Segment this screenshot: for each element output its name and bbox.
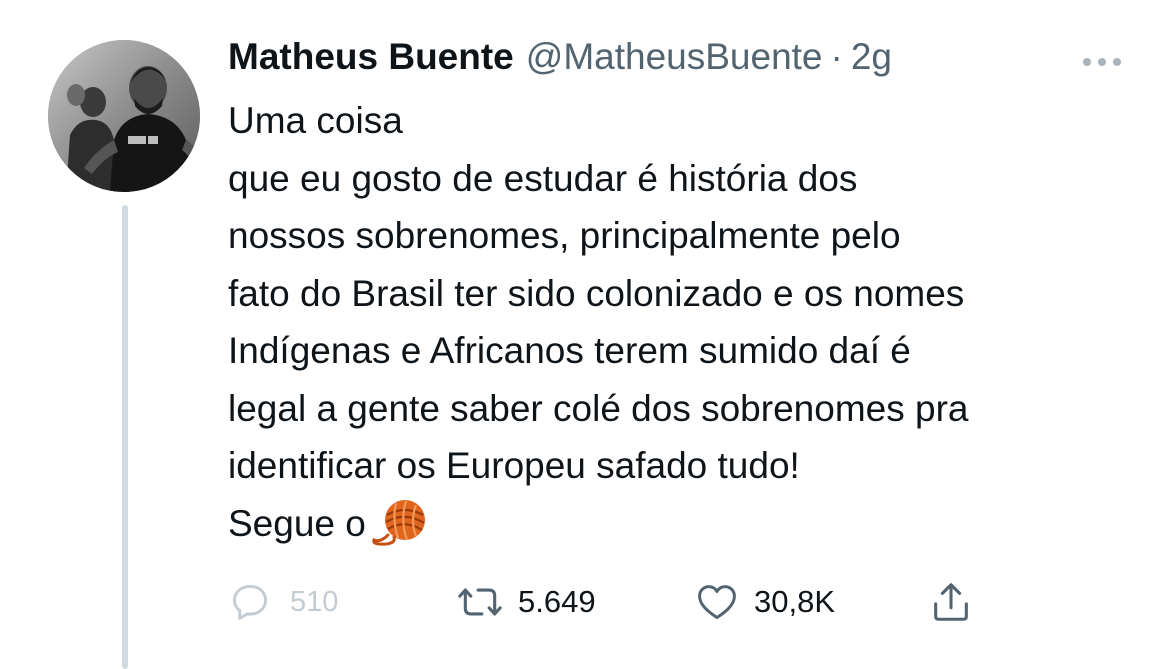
tweet-text-line: nossos sobrenomes, principalmente pelo (228, 215, 901, 256)
reply-button[interactable]: 510 (228, 572, 338, 632)
more-horizontal-icon[interactable] (1072, 52, 1132, 72)
like-button[interactable]: 30,8K (694, 572, 835, 632)
reply-icon (232, 584, 268, 620)
tweet-time[interactable]: 2g (851, 36, 892, 78)
share-icon (934, 583, 968, 621)
separator-dot: · (830, 36, 843, 77)
tweet-text-line: identificar os Europeu safado tudo! (228, 445, 800, 486)
author-handle[interactable]: @MatheusBuente (526, 36, 823, 78)
tweet[interactable]: Matheus Buente @MatheusBuente · 2g Uma c… (0, 0, 1170, 669)
tweet-text-line: Uma coisa (228, 100, 403, 141)
yarn-ball-emoji (372, 497, 434, 547)
heart-icon (698, 585, 736, 620)
thread-line (122, 205, 128, 669)
tweet-text-line: Indígenas e Africanos terem sumido daí é (228, 330, 911, 371)
tweet-text-line: legal a gente saber colé dos sobrenomes … (228, 387, 969, 429)
tweet-header: Matheus Buente @MatheusBuente · 2g (228, 36, 892, 86)
like-count: 30,8K (754, 584, 836, 619)
retweet-icon (458, 588, 502, 616)
tweet-text-line: Segue o (228, 502, 366, 544)
avatar-photo (48, 40, 200, 192)
retweet-button[interactable]: 5.649 (456, 572, 596, 632)
tweet-text-last-line: Segue o (228, 495, 1158, 553)
retweet-count: 5.649 (518, 584, 596, 619)
author-name[interactable]: Matheus Buente (228, 36, 514, 78)
reply-count: 510 (290, 585, 339, 618)
avatar[interactable] (48, 40, 200, 192)
share-button[interactable] (928, 572, 974, 632)
tweet-actions: 510 5.649 30,8K (228, 572, 1128, 632)
tweet-text-line: fato do Brasil ter sido colonizado e os … (228, 272, 965, 314)
tweet-text: Uma coisa que eu gosto de estudar é hist… (228, 92, 1158, 552)
tweet-text-line: que eu gosto de estudar é história dos (228, 157, 858, 199)
